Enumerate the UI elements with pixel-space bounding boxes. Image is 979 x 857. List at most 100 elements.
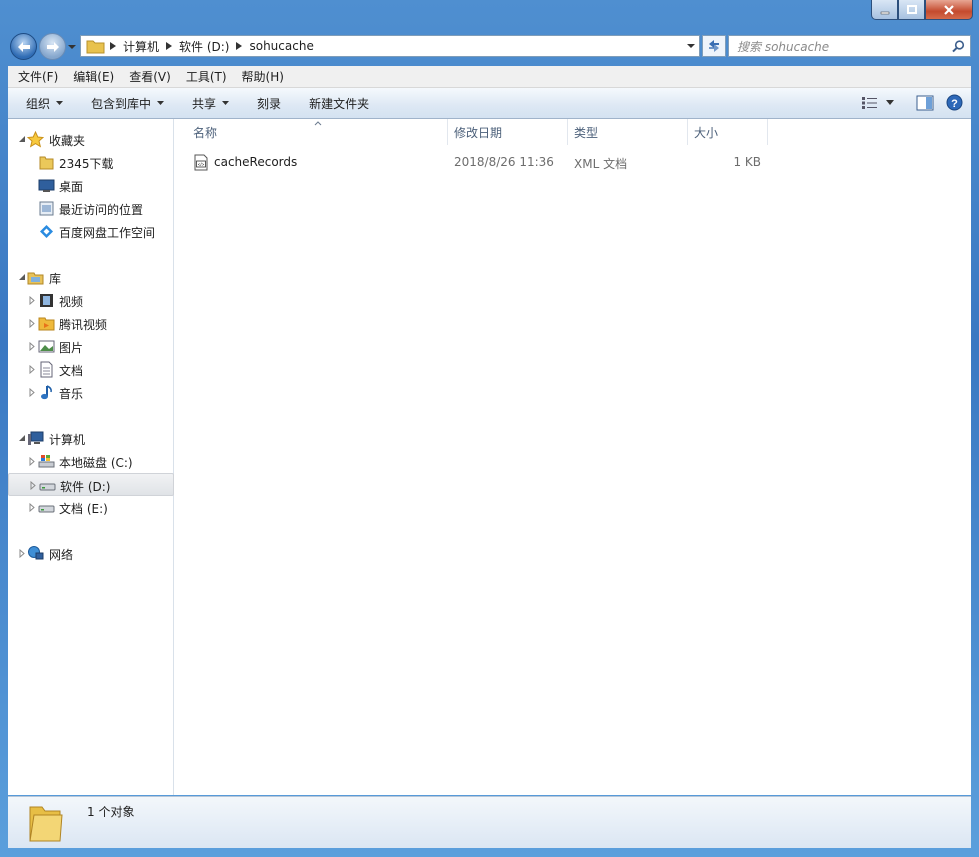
chevron-right-icon[interactable] <box>107 40 119 52</box>
tree-libraries[interactable]: 库 <box>8 266 174 289</box>
collapsed-arrow-icon[interactable] <box>28 503 37 512</box>
burn-label: 刻录 <box>257 96 282 111</box>
refresh-button[interactable] <box>702 35 726 57</box>
collapsed-arrow-icon[interactable] <box>28 296 37 305</box>
collapsed-arrow-icon[interactable] <box>28 365 37 374</box>
maximize-button[interactable] <box>898 0 925 20</box>
caption-buttons <box>871 0 973 21</box>
tree-computer[interactable]: 计算机 <box>8 427 174 450</box>
chevron-down-icon[interactable] <box>685 40 697 52</box>
menu-view[interactable]: 查看(V) <box>119 68 176 85</box>
collapsed-arrow-icon[interactable] <box>18 549 27 558</box>
tree-item-videos[interactable]: 视频 <box>8 289 174 312</box>
include-in-library-button[interactable]: 包含到库中 <box>73 95 174 112</box>
help-icon[interactable]: ? <box>946 94 963 111</box>
recent-places-icon <box>39 201 54 216</box>
menu-edit[interactable]: 编辑(E) <box>63 68 119 85</box>
tree-item-drive-e[interactable]: 文档 (E:) <box>8 496 174 519</box>
tree-label: 音乐 <box>59 387 84 401</box>
search-icon[interactable] <box>952 40 965 53</box>
forward-button[interactable] <box>39 33 66 60</box>
tree-item-pictures[interactable]: 图片 <box>8 335 174 358</box>
column-divider[interactable] <box>687 119 688 145</box>
tree-favorites[interactable]: 收藏夹 <box>8 128 174 151</box>
documents-icon <box>40 361 53 378</box>
details-pane: 1 个对象 <box>8 796 971 848</box>
tree-label: 视频 <box>59 295 84 309</box>
column-divider[interactable] <box>447 119 448 145</box>
tree-label: 最近访问的位置 <box>59 203 144 217</box>
collapsed-arrow-icon[interactable] <box>28 457 37 466</box>
organize-button[interactable]: 组织 <box>8 95 73 112</box>
chevron-down-icon <box>157 101 165 105</box>
expanded-arrow-icon[interactable] <box>18 273 27 282</box>
drive-icon <box>38 505 55 513</box>
collapsed-arrow-icon[interactable] <box>29 481 38 490</box>
maximize-icon <box>906 4 917 14</box>
tree-label: 软件 (D:) <box>60 480 111 494</box>
breadcrumb-drive-d[interactable]: 软件 (D:) <box>175 36 233 56</box>
column-header-date[interactable]: 修改日期 <box>454 119 502 145</box>
file-type: XML 文档 <box>574 157 628 171</box>
collapsed-arrow-icon[interactable] <box>28 319 37 328</box>
recent-pages-dropdown-icon[interactable] <box>67 42 77 52</box>
tree-label: 桌面 <box>59 180 84 194</box>
forward-arrow-icon <box>46 41 59 52</box>
column-divider[interactable] <box>567 119 568 145</box>
file-name: cacheRecords <box>214 155 298 169</box>
desktop-icon <box>38 179 55 192</box>
burn-button[interactable]: 刻录 <box>239 95 291 112</box>
address-row: 计算机 软件 (D:) sohucache 搜索 sohucache <box>8 30 971 62</box>
tree-item-desktop[interactable]: 桌面 <box>8 174 174 197</box>
expanded-arrow-icon[interactable] <box>18 434 27 443</box>
tree-item-documents[interactable]: 文档 <box>8 358 174 381</box>
organize-label: 组织 <box>26 96 51 111</box>
tree-network[interactable]: 网络 <box>8 542 174 565</box>
column-header-name[interactable]: 名称 <box>193 119 217 145</box>
view-controls: ? <box>862 94 963 111</box>
new-folder-label: 新建文件夹 <box>309 96 370 111</box>
tree-item-baidu-netdisk[interactable]: 百度网盘工作空间 <box>8 220 174 243</box>
breadcrumb-computer[interactable]: 计算机 <box>119 36 163 56</box>
close-button[interactable] <box>925 0 973 20</box>
column-header-type[interactable]: 类型 <box>574 119 598 145</box>
address-bar[interactable]: 计算机 软件 (D:) sohucache <box>80 35 700 57</box>
tree-item-drive-c[interactable]: 本地磁盘 (C:) <box>8 450 174 473</box>
tencent-video-icon <box>38 317 55 331</box>
column-header-size[interactable]: 大小 <box>694 119 718 145</box>
new-folder-button[interactable]: 新建文件夹 <box>291 95 379 112</box>
tree-label: 文档 (E:) <box>59 502 108 516</box>
search-input[interactable]: 搜索 sohucache <box>728 35 971 57</box>
back-button[interactable] <box>10 33 37 60</box>
preview-pane-icon[interactable] <box>916 95 934 111</box>
tree-item-drive-d[interactable]: 软件 (D:) <box>8 473 174 496</box>
chevron-down-icon <box>222 101 230 105</box>
menu-tools[interactable]: 工具(T) <box>176 68 232 85</box>
tree-item-tencent-video[interactable]: 腾讯视频 <box>8 312 174 335</box>
collapsed-arrow-icon[interactable] <box>28 388 37 397</box>
minimize-button[interactable] <box>871 0 898 20</box>
close-icon <box>944 4 954 15</box>
music-note-icon <box>41 385 52 400</box>
file-row[interactable]: </> cacheRecords 2018/8/26 11:36 XML 文档 … <box>189 151 767 173</box>
menu-help[interactable]: 帮助(H) <box>232 68 289 85</box>
chevron-down-icon <box>886 100 894 105</box>
chevron-right-icon[interactable] <box>233 40 245 52</box>
tree-label: 计算机 <box>49 433 86 447</box>
tree-label: 本地磁盘 (C:) <box>59 456 133 470</box>
tree-item-2345-download[interactable]: 2345下载 <box>8 151 174 174</box>
baidu-netdisk-icon <box>40 225 53 238</box>
column-divider[interactable] <box>767 119 768 145</box>
tree-item-recent-places[interactable]: 最近访问的位置 <box>8 197 174 220</box>
chevron-right-icon[interactable] <box>163 40 175 52</box>
breadcrumb-sohucache[interactable]: sohucache <box>245 36 317 56</box>
system-drive-icon <box>38 455 55 468</box>
file-date: 2018/8/26 11:36 <box>454 155 554 169</box>
expanded-arrow-icon[interactable] <box>18 135 27 144</box>
tree-item-music[interactable]: 音乐 <box>8 381 174 404</box>
change-view-button[interactable] <box>862 96 894 109</box>
share-button[interactable]: 共享 <box>174 95 239 112</box>
menu-file[interactable]: 文件(F) <box>8 68 63 85</box>
collapsed-arrow-icon[interactable] <box>28 342 37 351</box>
command-bar: 组织 包含到库中 共享 刻录 新建文件夹 ? <box>8 88 971 119</box>
